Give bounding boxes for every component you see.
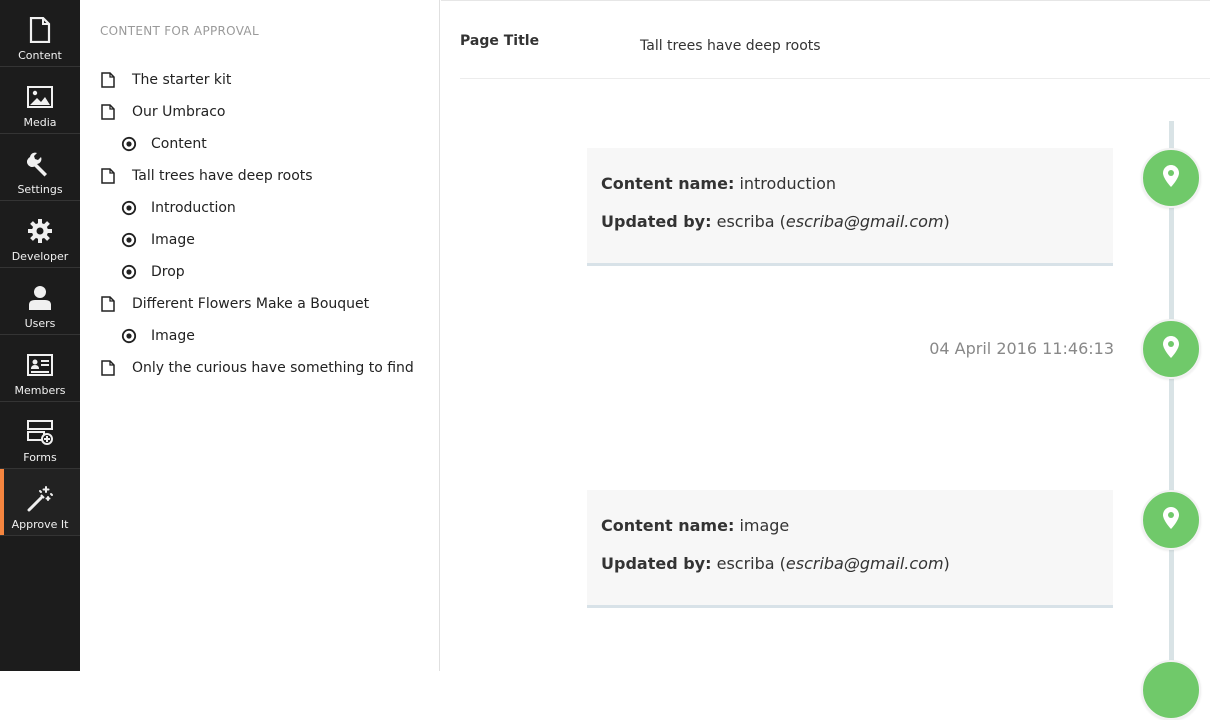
tree-node[interactable]: Only the curious have something to find	[100, 352, 414, 384]
updated-by-line: Updated by: escriba (escriba@gmail.com)	[601, 554, 950, 573]
tree-node-label: Only the curious have something to find	[132, 360, 414, 376]
updated-by-email: escriba@gmail.com	[785, 212, 944, 231]
tree-node[interactable]: Tall trees have deep roots	[100, 160, 414, 192]
tree-node-label: Content	[151, 136, 207, 152]
timeline-pin	[1141, 319, 1201, 379]
tree-node-label: Our Umbraco	[132, 104, 226, 120]
timeline-timestamp: 04 April 2016 11:46:13	[929, 339, 1114, 358]
tree-node[interactable]: The starter kit	[100, 64, 414, 96]
tree-node[interactable]: Introduction	[100, 192, 414, 224]
updated-by-user: escriba	[716, 554, 775, 573]
tree-node-label: Different Flowers Make a Bouquet	[132, 296, 370, 312]
updated-by-email: escriba@gmail.com	[785, 554, 944, 573]
updated-by-line: Updated by: escriba (escriba@gmail.com)	[601, 212, 950, 231]
timeline-card: Content name: image Updated by: escriba …	[587, 490, 1113, 608]
user-icon	[25, 283, 55, 313]
tree-node[interactable]: Drop	[100, 256, 414, 288]
forms-icon	[25, 417, 55, 447]
rail-item-label: Members	[14, 384, 66, 397]
content-tree: The starter kit Our Umbraco Content Tall…	[100, 64, 414, 384]
tree-node-label: Tall trees have deep roots	[132, 168, 313, 184]
rail-item-developer[interactable]: Developer	[0, 201, 80, 268]
timeline-pin	[1141, 148, 1201, 208]
timeline-pin	[1141, 660, 1201, 720]
map-marker-icon	[1163, 507, 1179, 533]
rail-item-label: Approve It	[11, 518, 69, 531]
rail-item-label: Developer	[11, 250, 69, 263]
rail-item-members[interactable]: Members	[0, 335, 80, 402]
tree-title: CONTENT FOR APPROVAL	[100, 24, 259, 38]
updated-by-label: Updated by:	[601, 212, 712, 231]
target-icon	[121, 232, 137, 248]
updated-by-label: Updated by:	[601, 554, 712, 573]
content-name-label: Content name:	[601, 516, 735, 535]
section-rail: Content Media Settings Developer Users M…	[0, 0, 80, 671]
target-icon	[121, 136, 137, 152]
tree-node-label: The starter kit	[132, 72, 232, 88]
document-icon	[100, 168, 116, 184]
tree-node-label: Image	[151, 232, 195, 248]
updated-by-user: escriba	[716, 212, 775, 231]
page-title-label: Page Title	[460, 33, 540, 49]
content-name-label: Content name:	[601, 174, 735, 193]
magic-wand-icon	[25, 484, 55, 514]
content-tree-panel: CONTENT FOR APPROVAL The starter kit Our…	[80, 0, 440, 671]
tree-node[interactable]: Different Flowers Make a Bouquet	[100, 288, 414, 320]
content-name-value: image	[739, 516, 790, 535]
rail-item-label: Content	[18, 49, 62, 62]
page-title-row: Page Title Tall trees have deep roots	[460, 1, 1210, 79]
page-title-value: Tall trees have deep roots	[640, 38, 821, 54]
rail-item-approve-it[interactable]: Approve It	[0, 469, 80, 536]
tree-node[interactable]: Image	[100, 224, 414, 256]
tree-node[interactable]: Our Umbraco	[100, 96, 414, 128]
rail-item-settings[interactable]: Settings	[0, 134, 80, 201]
target-icon	[121, 264, 137, 280]
target-icon	[121, 328, 137, 344]
rail-item-content[interactable]: Content	[0, 0, 80, 67]
rail-item-label: Settings	[17, 183, 63, 196]
document-icon	[25, 15, 55, 45]
map-marker-icon	[1163, 336, 1179, 362]
timeline-card: Content name: introduction Updated by: e…	[587, 148, 1113, 266]
target-icon	[121, 200, 137, 216]
content-name-line: Content name: image	[601, 516, 789, 535]
tree-node-label: Drop	[151, 264, 185, 280]
map-marker-icon	[1163, 165, 1179, 191]
document-icon	[100, 296, 116, 312]
id-card-icon	[25, 350, 55, 380]
tree-node-label: Image	[151, 328, 195, 344]
timeline-pin	[1141, 490, 1201, 550]
rail-item-label: Forms	[23, 451, 57, 464]
image-icon	[25, 82, 55, 112]
content-name-line: Content name: introduction	[601, 174, 836, 193]
rail-item-users[interactable]: Users	[0, 268, 80, 335]
tree-node-label: Introduction	[151, 200, 236, 216]
rail-item-media[interactable]: Media	[0, 67, 80, 134]
content-name-value: introduction	[739, 174, 837, 193]
document-icon	[100, 104, 116, 120]
main-panel: Page Title Tall trees have deep roots Co…	[441, 0, 1210, 720]
rail-item-label: Media	[23, 116, 57, 129]
rail-item-forms[interactable]: Forms	[0, 402, 80, 469]
tree-node[interactable]: Image	[100, 320, 414, 352]
tree-node[interactable]: Content	[100, 128, 414, 160]
gear-icon	[25, 216, 55, 246]
wrench-icon	[25, 149, 55, 179]
document-icon	[100, 360, 116, 376]
rail-item-label: Users	[24, 317, 56, 330]
document-icon	[100, 72, 116, 88]
